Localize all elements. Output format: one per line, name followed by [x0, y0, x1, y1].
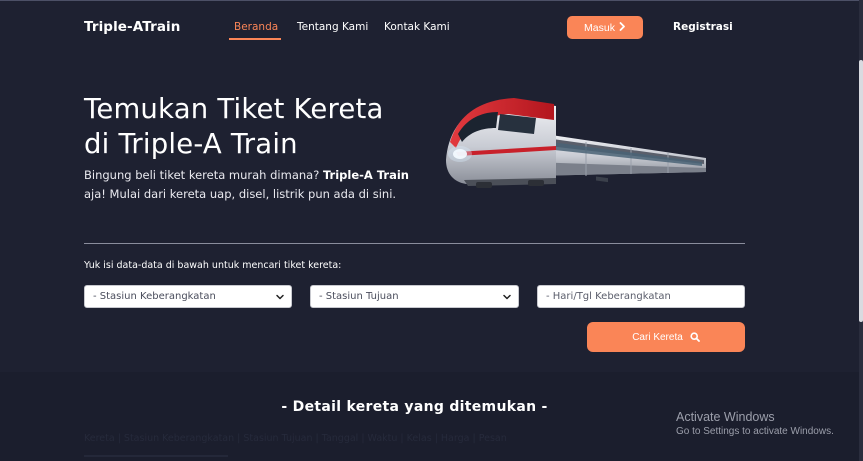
nav-link-tentang-kami[interactable]: Tentang Kami: [297, 21, 368, 33]
hero-title: Temukan Tiket Kereta di Triple-A Train: [84, 92, 424, 162]
hero-desc-part1: Bingung beli tiket kereta murah dimana?: [84, 168, 323, 182]
search-icon: [690, 332, 700, 342]
hero-description: Bingung beli tiket kereta murah dimana? …: [84, 166, 414, 204]
search-train-button[interactable]: Cari Kereta: [587, 322, 745, 352]
navbar: Triple-ATrain Beranda Tentang Kami Konta…: [0, 0, 863, 54]
section-divider: [84, 243, 745, 244]
windows-activation-hint: Go to Settings to activate Windows.: [676, 426, 834, 437]
chevron-down-icon: [503, 294, 511, 300]
search-instruction: Yuk isi data-data di bawah untuk mencari…: [84, 260, 342, 271]
results-table-header: Kereta | Stasiun Keberangkatan | Stasiun…: [84, 433, 507, 444]
search-train-button-label: Cari Kereta: [632, 331, 683, 343]
windows-activation-title: Activate Windows: [676, 410, 775, 424]
hero-desc-part2: aja! Mulai dari kereta uap, disel, listr…: [84, 187, 397, 201]
chevron-right-icon: [619, 21, 626, 34]
departure-station-value: - Stasiun Keberangkatan: [93, 291, 216, 302]
nav-active-underline: [229, 38, 281, 40]
hero-title-line2: di Triple-A Train: [84, 128, 298, 160]
chevron-down-icon: [276, 294, 284, 300]
destination-station-select[interactable]: - Stasiun Tujuan: [310, 285, 519, 308]
scrollbar-thumb[interactable]: [859, 60, 863, 322]
nav-link-beranda[interactable]: Beranda: [234, 21, 278, 33]
brand-logo[interactable]: Triple-ATrain: [84, 19, 181, 35]
register-link[interactable]: Registrasi: [673, 21, 733, 33]
nav-link-kontak-kami[interactable]: Kontak Kami: [384, 21, 450, 33]
login-button[interactable]: Masuk: [567, 16, 643, 39]
results-table-underline: [84, 455, 228, 457]
destination-station-value: - Stasiun Tujuan: [319, 291, 399, 302]
train-illustration: [446, 98, 706, 188]
login-button-label: Masuk: [584, 21, 615, 34]
hero-desc-brand: Triple-A Train: [322, 168, 409, 182]
departure-date-input[interactable]: [537, 285, 745, 308]
departure-station-select[interactable]: - Stasiun Keberangkatan: [84, 285, 292, 308]
hero-title-line1: Temukan Tiket Kereta: [84, 93, 384, 125]
